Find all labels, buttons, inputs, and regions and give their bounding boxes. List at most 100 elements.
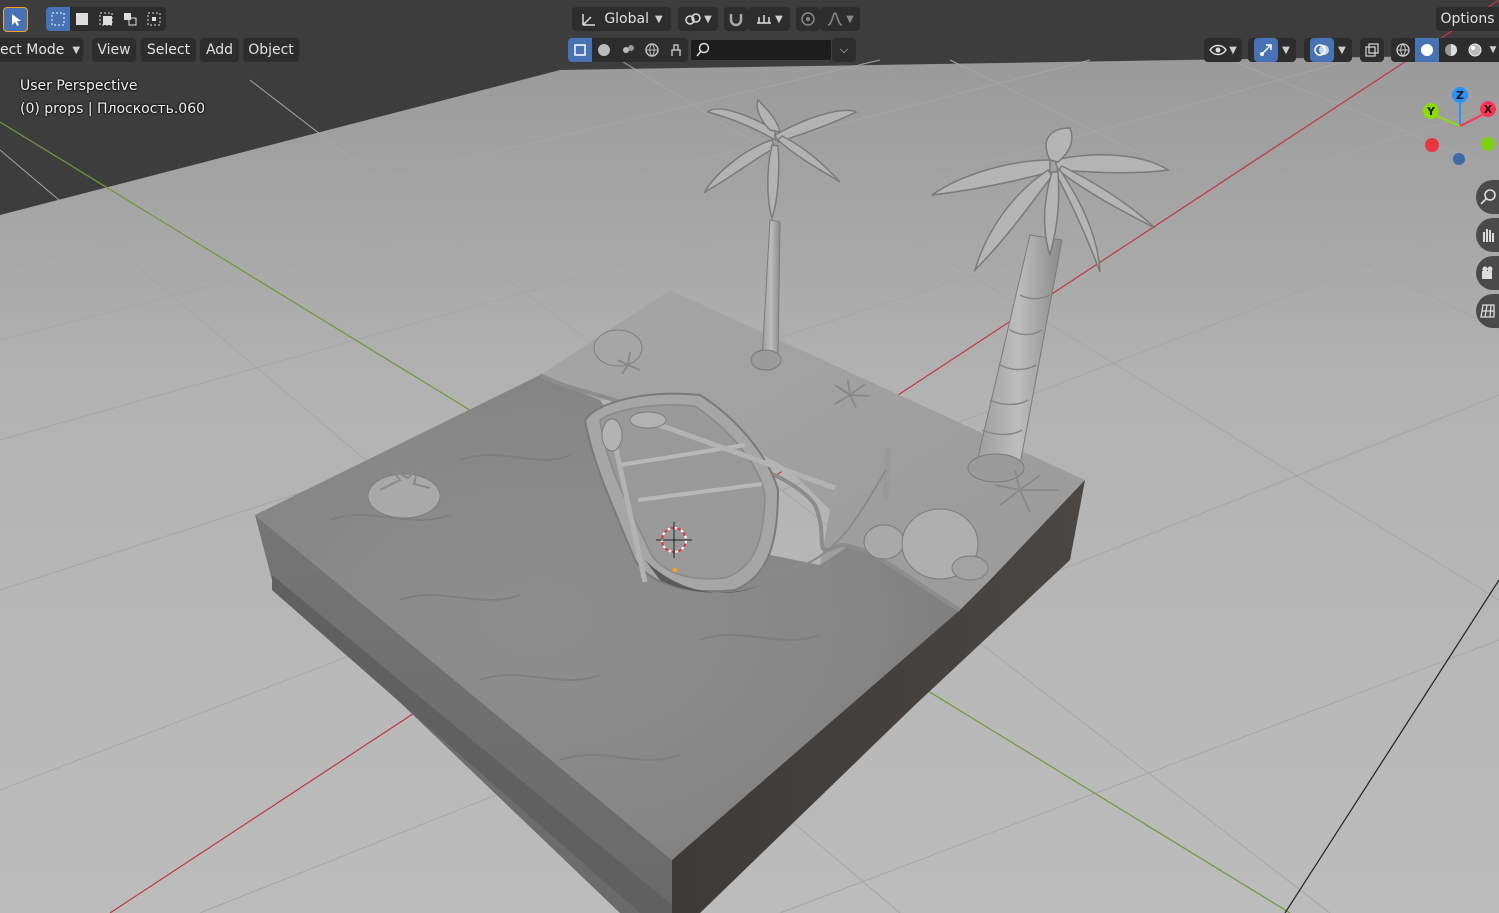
interaction-mode-label: ect Mode	[0, 42, 65, 58]
chevron-down-icon: ▼	[704, 13, 712, 25]
overlay-toggle[interactable]	[1310, 38, 1335, 62]
gizmo-y-label: Y	[1427, 104, 1435, 118]
filter-texture-button[interactable]	[616, 38, 640, 62]
menu-view-label: View	[97, 42, 131, 58]
pivot-icon	[685, 13, 701, 25]
gizmo-icon	[1260, 44, 1272, 56]
filter-options-dropdown[interactable]: ⌵	[832, 38, 856, 62]
gizmo-toggle[interactable]	[1254, 38, 1279, 62]
select-invert-icon	[124, 13, 137, 26]
chevron-down-icon: ▼	[775, 13, 783, 25]
snap-toggle[interactable]	[724, 7, 748, 31]
world-icon	[645, 43, 659, 57]
menu-view[interactable]: View	[92, 38, 136, 62]
camera-icon	[1481, 266, 1492, 279]
perspective-label: User Perspective	[20, 78, 138, 94]
menu-select-label: Select	[146, 42, 191, 58]
magnet-icon	[729, 14, 743, 27]
xray-icon	[1365, 43, 1379, 57]
selection-mode-group[interactable]	[46, 7, 166, 31]
brush-icon	[671, 44, 681, 56]
gizmo-neg-x-axis[interactable]	[1425, 138, 1439, 152]
overlay-icon	[1314, 44, 1330, 56]
solid-icon	[1421, 44, 1433, 56]
gizmo-x-label: X	[1483, 102, 1493, 116]
gizmos-dropdown[interactable]: ▼	[1248, 38, 1296, 62]
mooring-post	[883, 447, 891, 501]
interaction-mode-dropdown[interactable]: ect Mode ▼	[0, 38, 83, 62]
filter-search-input[interactable]	[690, 39, 832, 61]
gizmo-z-axis[interactable]: Z	[1452, 87, 1468, 103]
overlays-dropdown[interactable]: ▼	[1304, 38, 1352, 62]
xray-toggle[interactable]	[1360, 38, 1384, 62]
search-icon	[696, 42, 710, 57]
menu-select[interactable]: Select	[141, 38, 196, 62]
material-icon	[1445, 44, 1457, 56]
select-extend-icon	[76, 13, 88, 25]
3d-viewport[interactable]	[0, 0, 1499, 913]
select-extend-button[interactable]	[70, 7, 94, 31]
snap-increment-icon	[757, 15, 772, 24]
visibility-dropdown[interactable]: ▼	[1204, 38, 1242, 62]
select-new-button[interactable]	[46, 7, 70, 31]
select-subtract-button[interactable]	[94, 7, 118, 31]
menu-object-label: Object	[248, 42, 294, 58]
chevron-down-icon: ▼	[1338, 44, 1346, 56]
eye-icon	[1209, 44, 1228, 56]
falloff-curve-icon	[827, 12, 843, 26]
object-info-label: (0) props | Плоскость.060	[20, 101, 206, 117]
rendered-icon	[1468, 43, 1482, 57]
navigation-gizmo[interactable]: Z Y X	[1418, 82, 1499, 172]
snap-target-dropdown[interactable]: ▼	[748, 7, 790, 31]
texture-icon	[623, 45, 634, 53]
select-intersect-button[interactable]	[142, 7, 166, 31]
orientation-axes-icon	[582, 14, 596, 26]
gizmo-z-label: Z	[1456, 88, 1464, 102]
chevron-down-icon: ▼	[654, 13, 663, 25]
gizmo-y-axis[interactable]: Y	[1423, 103, 1439, 119]
proportional-edit-toggle[interactable]	[796, 7, 820, 31]
filter-brush-button[interactable]	[664, 38, 688, 62]
transform-orientation-dropdown[interactable]: Global ▼	[572, 7, 671, 31]
shading-material-button[interactable]	[1439, 38, 1463, 62]
chevron-down-icon: ▼	[1229, 44, 1237, 56]
chevron-down-icon: ⌵	[839, 43, 849, 56]
chevron-down-icon: ▼	[846, 13, 854, 25]
cube-icon	[574, 44, 586, 56]
select-intersect-icon	[147, 12, 161, 26]
chevron-down-icon: ▼	[1282, 44, 1290, 56]
ortho-grid-icon	[1479, 304, 1495, 318]
options-label: Options	[1440, 11, 1495, 27]
proportional-edit-icon	[801, 12, 815, 26]
zoom-icon	[1479, 189, 1496, 205]
filter-world-button[interactable]	[640, 38, 664, 62]
select-subtract-icon	[99, 12, 113, 26]
select-new-icon	[51, 12, 65, 26]
shading-solid-button[interactable]	[1415, 38, 1439, 62]
select-tool-button[interactable]	[3, 7, 28, 32]
chevron-down-icon: ▼	[72, 44, 81, 56]
chevron-down-icon[interactable]: ▼	[1487, 38, 1499, 62]
shading-mode-group[interactable]: ▼	[1391, 38, 1499, 62]
transform-orientation-label: Global	[604, 11, 649, 27]
menu-add-label: Add	[205, 42, 234, 58]
cursor-arrow-icon	[11, 13, 21, 26]
filter-material-button[interactable]	[592, 38, 616, 62]
shading-rendered-button[interactable]	[1463, 38, 1487, 62]
gizmo-x-axis[interactable]: X	[1480, 101, 1496, 117]
material-sphere-icon	[598, 44, 610, 56]
viewport-scene	[0, 0, 1499, 913]
gizmo-neg-z-axis[interactable]	[1453, 153, 1465, 165]
options-button[interactable]: Options	[1436, 7, 1499, 31]
pivot-point-dropdown[interactable]: ▼	[678, 7, 718, 31]
pan-hand-icon	[1482, 229, 1494, 242]
gizmo-neg-y-axis[interactable]	[1481, 137, 1495, 151]
wireframe-icon	[1396, 43, 1410, 57]
menu-add[interactable]: Add	[200, 38, 239, 62]
menu-object[interactable]: Object	[243, 38, 299, 62]
shading-wireframe-button[interactable]	[1391, 38, 1415, 62]
proportional-falloff-dropdown[interactable]: ▼	[820, 7, 860, 31]
select-invert-button[interactable]	[118, 7, 142, 31]
filter-mesh-button[interactable]	[568, 38, 592, 62]
object-type-filter-group[interactable]	[568, 38, 688, 62]
